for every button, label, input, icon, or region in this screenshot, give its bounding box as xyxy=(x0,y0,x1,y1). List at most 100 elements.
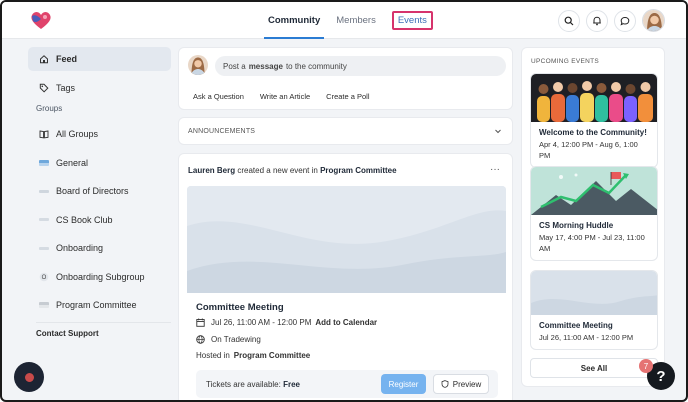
event-datetime-row: Jul 26, 11:00 AM - 12:00 PM Add to Calen… xyxy=(196,318,377,327)
event-card-title: Committee Meeting xyxy=(539,321,613,330)
sidebar-item-general[interactable]: General xyxy=(28,151,171,175)
calendar-icon xyxy=(196,318,206,327)
sidebar-item-label: Onboarding xyxy=(56,243,104,253)
sidebar-item-label: General xyxy=(56,157,89,168)
hosted-group-link[interactable]: Program Committee xyxy=(234,351,310,360)
sidebar-item-all-groups[interactable]: All Groups xyxy=(28,122,171,146)
post-author[interactable]: Lauren Berg xyxy=(188,166,235,175)
user-avatar[interactable] xyxy=(642,9,665,32)
announcements-panel[interactable]: ANNOUNCEMENTS xyxy=(178,117,513,145)
record-button[interactable] xyxy=(14,362,44,392)
tickets-bar: Tickets are available: Free Register Pre… xyxy=(196,370,498,398)
globe-icon xyxy=(196,335,206,344)
feed-post: Lauren Berg created a new event in Progr… xyxy=(178,153,513,400)
event-banner-image xyxy=(187,186,506,293)
shield-icon xyxy=(441,380,449,388)
sidebar-item-board-of-directors[interactable]: Board of Directors xyxy=(28,179,171,203)
add-to-calendar-link[interactable]: Add to Calendar xyxy=(315,318,377,327)
main-nav: Community Members Events xyxy=(263,2,449,39)
svg-text:O: O xyxy=(42,275,47,281)
search-button[interactable] xyxy=(558,10,580,32)
event-location-row: On Tradewing xyxy=(196,335,261,344)
nav-members[interactable]: Members xyxy=(336,2,376,39)
tickets-value: Free xyxy=(283,380,300,389)
brand-logo-icon[interactable] xyxy=(30,10,52,30)
write-article-button[interactable]: Write an Article xyxy=(260,92,310,101)
group-chip-icon xyxy=(39,300,49,310)
chat-icon xyxy=(620,16,630,26)
event-datetime: Jul 26, 11:00 AM - 12:00 PM xyxy=(211,318,312,327)
event-card-title: Welcome to the Community! xyxy=(539,128,647,137)
post-group[interactable]: Program Committee xyxy=(320,166,396,175)
sidebar-item-label: All Groups xyxy=(56,129,99,139)
sidebar-item-label: Feed xyxy=(56,54,78,64)
event-card-image xyxy=(531,271,657,315)
contact-support-link[interactable]: Contact Support xyxy=(28,329,171,338)
sidebar-item-tags[interactable]: Tags xyxy=(28,76,171,100)
book-icon xyxy=(39,129,49,139)
nav-community[interactable]: Community xyxy=(263,2,325,39)
search-icon xyxy=(564,16,574,26)
preview-label: Preview xyxy=(452,379,482,389)
sidebar-item-onboarding-subgroup[interactable]: O Onboarding Subgroup xyxy=(28,265,171,289)
sidebar-item-program-committee[interactable]: Program Committee xyxy=(28,293,171,317)
preview-button[interactable]: Preview xyxy=(433,374,489,394)
chevron-down-icon[interactable] xyxy=(494,127,502,135)
tickets-label: Tickets are available: Free xyxy=(206,380,300,389)
composer-actions: Ask a Question Write an Article Create a… xyxy=(193,92,386,101)
event-card-date: May 17, 4:00 PM - Jul 23, 11:00 AM xyxy=(539,233,645,253)
sidebar-item-cs-book-club[interactable]: CS Book Club xyxy=(28,208,171,232)
sidebar-item-label: Program Committee xyxy=(56,300,137,310)
ask-question-button[interactable]: Ask a Question xyxy=(193,92,244,101)
create-poll-button[interactable]: Create a Poll xyxy=(326,92,369,101)
upcoming-events-panel: UPCOMING EVENTS Welcome to the Community… xyxy=(521,47,665,387)
sidebar-divider xyxy=(36,321,171,323)
sidebar-item-onboarding[interactable]: Onboarding xyxy=(28,236,171,260)
event-card-title: CS Morning Huddle xyxy=(539,221,614,230)
help-badge: 7 xyxy=(639,359,653,373)
record-dot-icon xyxy=(24,372,34,382)
announcements-label: ANNOUNCEMENTS xyxy=(188,127,256,135)
left-sidebar: Feed Tags Groups All Groups General Boar… xyxy=(28,47,171,338)
bell-icon xyxy=(593,16,601,26)
event-card-image xyxy=(531,167,657,215)
more-options-icon[interactable]: ··· xyxy=(490,164,500,175)
sidebar-item-label: Board of Directors xyxy=(56,186,129,196)
event-card[interactable]: Welcome to the Community! Apr 4, 12:00 P… xyxy=(530,73,658,168)
event-card[interactable]: Committee Meeting Jul 26, 11:00 AM - 12:… xyxy=(530,270,658,350)
group-chip-icon xyxy=(39,215,49,225)
sidebar-item-label: CS Book Club xyxy=(56,214,113,225)
letter-o-icon: O xyxy=(39,272,49,282)
tag-icon xyxy=(39,83,49,93)
event-host-row: Hosted in Program Committee xyxy=(196,351,310,360)
post-prompt-bold: message xyxy=(248,61,283,71)
sidebar-item-label: Tags xyxy=(56,82,76,93)
composer-avatar xyxy=(188,55,208,75)
register-button[interactable]: Register xyxy=(381,374,426,394)
flag-chip-icon xyxy=(39,158,49,168)
tickets-prefix: Tickets are available: xyxy=(206,380,281,389)
event-location: On Tradewing xyxy=(211,335,261,344)
group-chip-icon xyxy=(39,243,49,253)
event-title[interactable]: Committee Meeting xyxy=(196,302,284,313)
home-icon xyxy=(39,54,49,64)
nav-events[interactable]: Events xyxy=(391,11,433,30)
post-verb: created a new event in xyxy=(237,166,318,175)
post-message-input[interactable]: Post a message to the community xyxy=(215,56,506,76)
post-prompt-suffix: to the community xyxy=(285,61,347,71)
groups-heading: Groups xyxy=(36,104,63,113)
notifications-button[interactable] xyxy=(586,10,608,32)
sidebar-item-feed[interactable]: Feed xyxy=(28,47,171,71)
top-header: Community Members Events xyxy=(2,2,686,39)
event-card[interactable]: CS Morning Huddle May 17, 4:00 PM - Jul … xyxy=(530,166,658,261)
event-card-image xyxy=(531,74,657,122)
messages-button[interactable] xyxy=(614,10,636,32)
sidebar-item-label: Onboarding Subgroup xyxy=(56,271,145,282)
app-frame: Community Members Events Feed Tags Group… xyxy=(0,0,688,402)
event-card-date: Jul 26, 11:00 AM - 12:00 PM xyxy=(539,333,634,342)
post-composer: Post a message to the community Ask a Qu… xyxy=(178,47,513,110)
post-byline: Lauren Berg created a new event in Progr… xyxy=(188,166,397,175)
post-prompt-prefix: Post a xyxy=(223,61,246,71)
hosted-prefix: Hosted in xyxy=(196,351,230,360)
event-card-date: Apr 4, 12:00 PM - Aug 6, 1:00 PM xyxy=(539,140,638,160)
